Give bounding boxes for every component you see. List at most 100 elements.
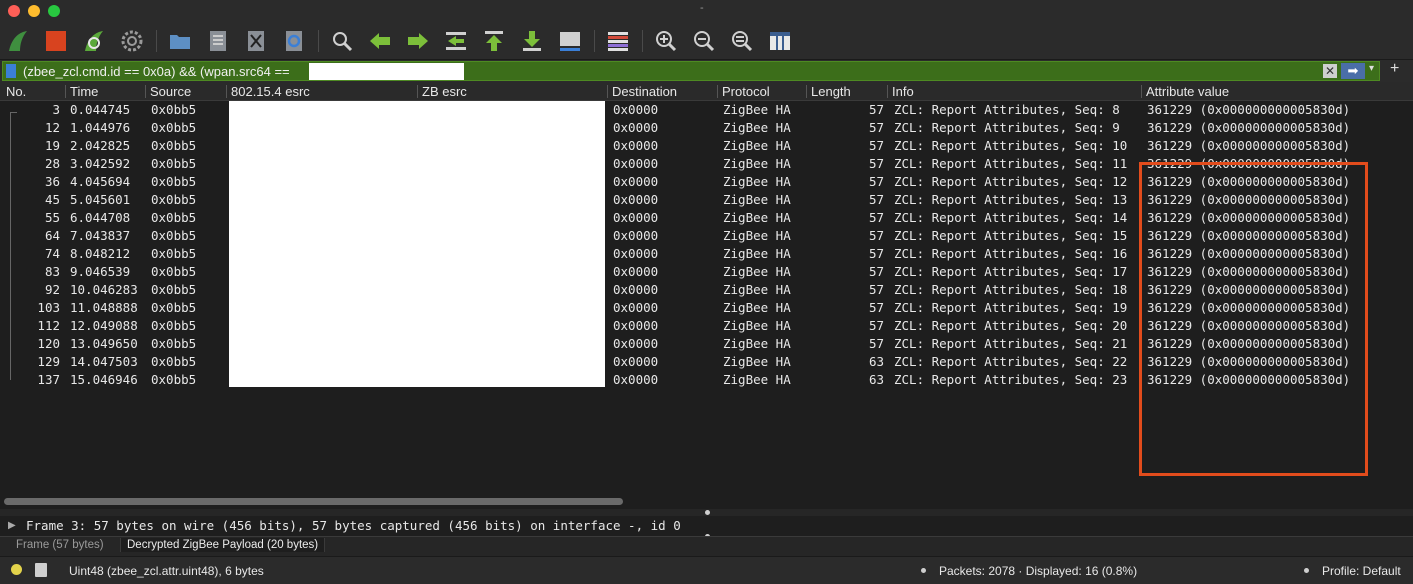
cell-attribute-value: 361229 (0x000000000005830d) <box>1147 120 1351 135</box>
cell-protocol: ZigBee HA <box>723 318 791 333</box>
window-title: - <box>700 2 704 14</box>
column-header-zb-esrc[interactable]: ZB esrc <box>422 84 467 99</box>
tab-frame-bytes[interactable]: Frame (57 bytes) <box>10 538 110 552</box>
cell-no: 83 <box>44 264 60 279</box>
find-packet-icon[interactable] <box>328 27 356 55</box>
cell-protocol: ZigBee HA <box>723 300 791 315</box>
packet-list-horizontal-scrollbar[interactable] <box>0 494 1413 508</box>
cell-destination: 0x0000 <box>613 282 659 297</box>
go-last-packet-icon[interactable] <box>518 27 546 55</box>
go-first-packet-icon[interactable] <box>480 27 508 55</box>
expert-info-icon[interactable] <box>11 564 22 575</box>
tab-decrypted-zigbee-payload[interactable]: Decrypted ZigBee Payload (20 bytes) <box>120 538 326 552</box>
column-header-protocol[interactable]: Protocol <box>722 84 770 99</box>
cell-time: 13.049650 <box>70 336 138 351</box>
resize-columns-icon[interactable] <box>766 27 794 55</box>
minimize-window-button[interactable] <box>28 5 40 17</box>
table-row[interactable]: 3 0.044745 0x0bb5 0x0000 ZigBee HA 57 ZCL: Rep… <box>0 101 1413 119</box>
cell-destination: 0x0000 <box>613 210 659 225</box>
go-back-icon[interactable] <box>366 27 394 55</box>
cell-info: ZCL: Report Attributes, Seq: 20 <box>894 318 1128 333</box>
cell-source: 0x0bb5 <box>151 336 197 351</box>
cell-destination: 0x0000 <box>613 318 659 333</box>
cell-destination: 0x0000 <box>613 174 659 189</box>
cell-length: 63 <box>868 354 884 369</box>
redacted-region <box>309 63 464 80</box>
display-filter-input[interactable]: (zbee_zcl.cmd.id == 0x0a) && (wpan.src64… <box>2 61 1380 81</box>
cell-time: 7.043837 <box>70 228 131 243</box>
cell-info: ZCL: Report Attributes, Seq: 21 <box>894 336 1128 351</box>
cell-info: ZCL: Report Attributes, Seq: 9 <box>894 120 1120 135</box>
column-header-info[interactable]: Info <box>892 84 914 99</box>
column-header-no[interactable]: No. <box>6 84 26 99</box>
restart-capture-icon[interactable] <box>80 27 108 55</box>
packet-details-pane: ▶ Frame 3: 57 bytes on wire (456 bits), … <box>0 516 1413 539</box>
apply-filter-icon[interactable]: ➡ <box>1341 63 1365 79</box>
close-file-icon[interactable] <box>242 27 270 55</box>
cell-time: 11.048888 <box>70 300 138 315</box>
cell-time: 3.042592 <box>70 156 131 171</box>
cell-source: 0x0bb5 <box>151 174 197 189</box>
bookmark-icon[interactable] <box>6 64 16 78</box>
scrollbar-thumb[interactable] <box>4 498 623 505</box>
cell-protocol: ZigBee HA <box>723 336 791 351</box>
auto-scroll-icon[interactable] <box>556 27 584 55</box>
capture-comment-icon[interactable] <box>35 563 47 577</box>
cell-source: 0x0bb5 <box>151 282 197 297</box>
zoom-in-icon[interactable] <box>652 27 680 55</box>
cell-info: ZCL: Report Attributes, Seq: 13 <box>894 192 1128 207</box>
cell-source: 0x0bb5 <box>151 192 197 207</box>
cell-no: 92 <box>44 282 60 297</box>
zoom-window-button[interactable] <box>48 5 60 17</box>
add-filter-button-icon[interactable]: + <box>1390 60 1399 78</box>
pane-splitter[interactable] <box>0 509 1413 516</box>
open-file-icon[interactable] <box>166 27 194 55</box>
cell-no: 45 <box>44 192 60 207</box>
frame-summary-line[interactable]: Frame 3: 57 bytes on wire (456 bits), 57… <box>26 518 681 533</box>
cell-protocol: ZigBee HA <box>723 210 791 225</box>
table-row[interactable]: 19 2.042825 0x0bb5 0x0000 ZigBee HA 57 ZCL: Re… <box>0 137 1413 155</box>
go-forward-icon[interactable] <box>404 27 432 55</box>
column-header-attribute-value[interactable]: Attribute value <box>1146 84 1229 99</box>
reload-file-icon[interactable] <box>280 27 308 55</box>
display-filter-text[interactable]: (zbee_zcl.cmd.id == 0x0a) && (wpan.src64… <box>23 64 290 79</box>
capture-options-icon[interactable] <box>118 27 146 55</box>
column-header-destination[interactable]: Destination <box>612 84 677 99</box>
attribute-value-highlight <box>1139 162 1368 476</box>
close-window-button[interactable] <box>8 5 20 17</box>
colorize-icon[interactable] <box>604 27 632 55</box>
cell-info: ZCL: Report Attributes, Seq: 23 <box>894 372 1128 387</box>
expand-arrow-icon[interactable]: ▶ <box>8 520 16 531</box>
cell-info: ZCL: Report Attributes, Seq: 12 <box>894 174 1128 189</box>
go-to-packet-icon[interactable] <box>442 27 470 55</box>
cell-protocol: ZigBee HA <box>723 138 791 153</box>
cell-destination: 0x0000 <box>613 156 659 171</box>
start-capture-icon[interactable] <box>4 27 32 55</box>
cell-length: 57 <box>868 138 884 153</box>
column-header-802154-esrc[interactable]: 802.15.4 esrc <box>231 84 310 99</box>
column-header-source[interactable]: Source <box>150 84 191 99</box>
cell-no: 103 <box>37 300 60 315</box>
cell-source: 0x0bb5 <box>151 246 197 261</box>
column-header-time[interactable]: Time <box>70 84 98 99</box>
zoom-out-icon[interactable] <box>690 27 718 55</box>
column-header-length[interactable]: Length <box>811 84 851 99</box>
cell-destination: 0x0000 <box>613 336 659 351</box>
filter-history-dropdown-icon[interactable]: ▾ <box>1369 63 1374 74</box>
stop-capture-icon[interactable] <box>42 27 70 55</box>
cell-source: 0x0bb5 <box>151 228 197 243</box>
cell-attribute-value: 361229 (0x000000000005830d) <box>1147 138 1351 153</box>
packet-list: No. Time Source 802.15.4 esrc ZB esrc De… <box>0 82 1413 494</box>
cell-destination: 0x0000 <box>613 300 659 315</box>
save-file-icon[interactable] <box>204 27 232 55</box>
profile-status[interactable]: Profile: Default <box>1322 564 1401 578</box>
normal-size-icon[interactable] <box>728 27 756 55</box>
cell-length: 57 <box>868 102 884 117</box>
cell-time: 2.042825 <box>70 138 131 153</box>
cell-length: 63 <box>868 372 884 387</box>
cell-source: 0x0bb5 <box>151 102 197 117</box>
cell-no: 129 <box>37 354 60 369</box>
clear-filter-icon[interactable]: ✕ <box>1323 64 1337 78</box>
table-row[interactable]: 12 1.044976 0x0bb5 0x0000 ZigBee HA 57 ZCL: Re… <box>0 119 1413 137</box>
cell-destination: 0x0000 <box>613 138 659 153</box>
